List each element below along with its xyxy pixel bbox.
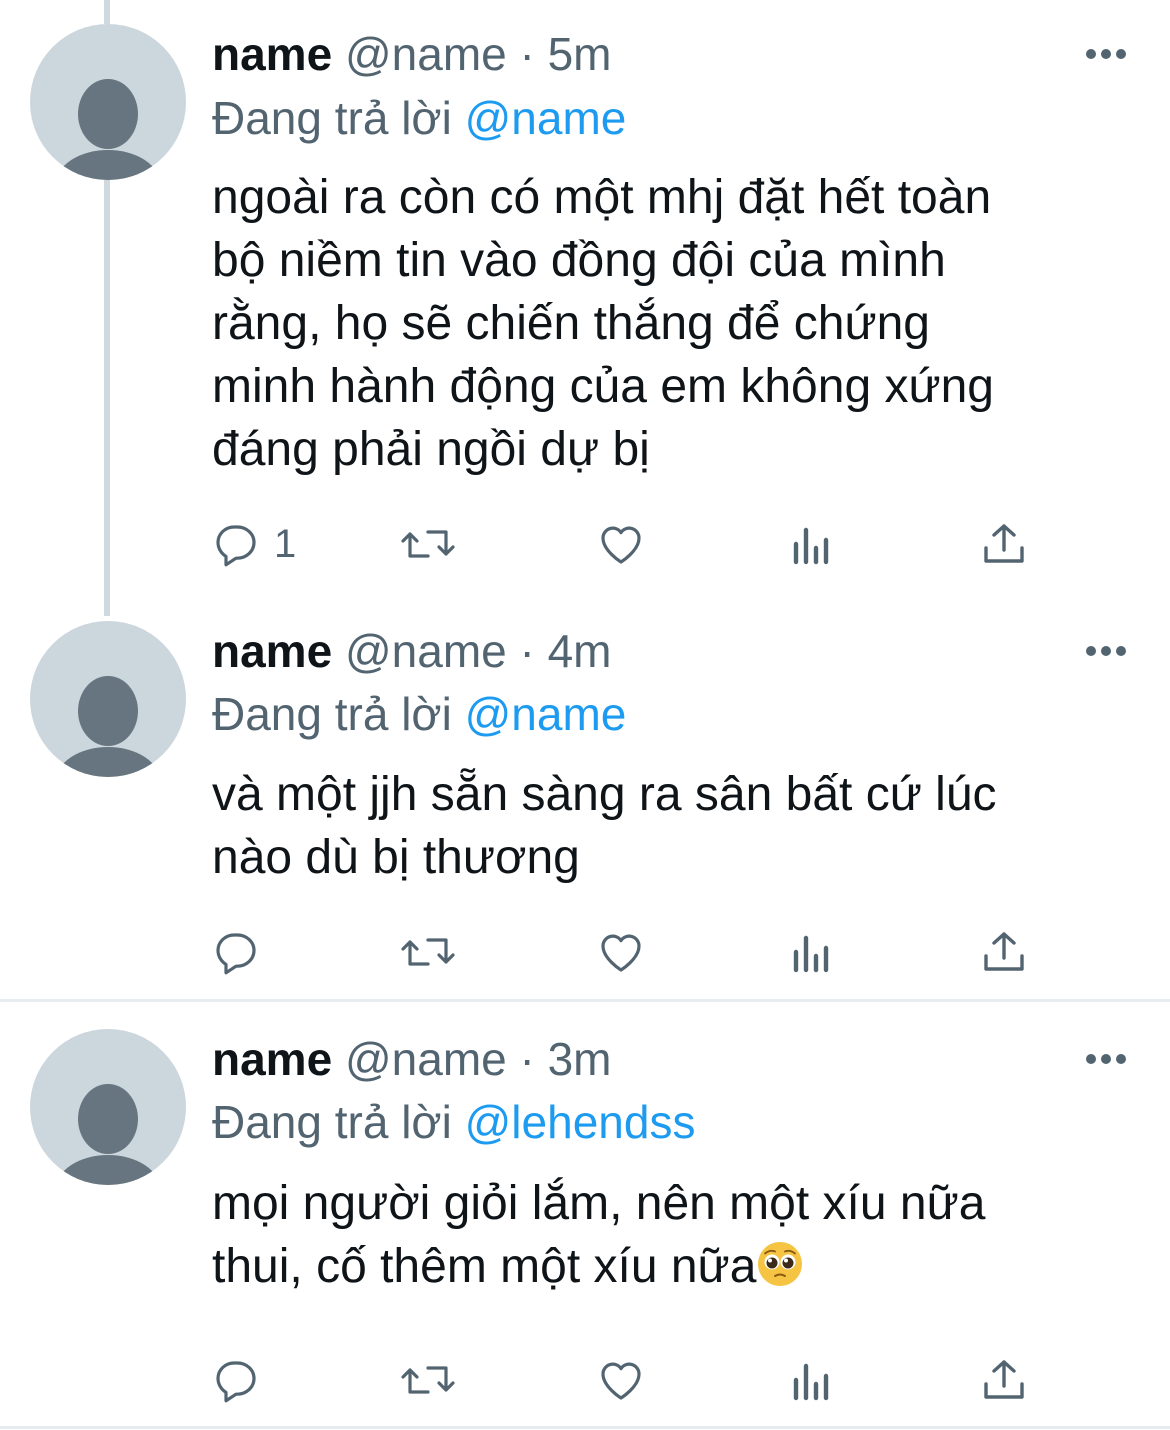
views-icon (793, 527, 829, 565)
replying-to-mention[interactable]: @name (465, 688, 627, 740)
reply-icon (216, 933, 256, 975)
retweet-button[interactable] (398, 1350, 458, 1410)
tweet-text: mọi người giỏi lắm, nên một xíu nữa thui… (212, 1172, 1132, 1298)
display-name[interactable]: name (212, 28, 332, 80)
default-avatar-icon (56, 79, 160, 180)
avatar[interactable] (30, 621, 186, 777)
replying-to-label: Đang trả lời (212, 1096, 452, 1148)
reply-icon (216, 525, 256, 567)
tweet-header: name @name · 5m (212, 24, 612, 84)
tweet-text-content: mọi người giỏi lắm, nên một xíu nữa thui… (212, 1177, 986, 1293)
display-name[interactable]: name (212, 1033, 332, 1085)
tweet-divider (0, 1426, 1170, 1429)
more-icon[interactable] (1084, 1049, 1128, 1069)
replying-to-mention[interactable]: @lehendss (465, 1096, 696, 1148)
share-icon (984, 1360, 1024, 1399)
tweet-actions: 1 (212, 514, 1062, 574)
retweet-button[interactable] (398, 514, 458, 574)
share-icon (984, 932, 1024, 971)
handle-and-time[interactable]: @name · 3m (345, 1033, 612, 1085)
retweet-icon (401, 938, 455, 966)
like-button[interactable] (596, 1350, 646, 1410)
pleading-face-emoji-icon (758, 1242, 803, 1286)
like-icon (601, 1362, 641, 1400)
display-name[interactable]: name (212, 625, 332, 677)
reply-button[interactable] (212, 922, 274, 982)
retweet-icon (401, 1366, 455, 1394)
tweet-actions (212, 922, 1062, 982)
reply-button[interactable] (212, 1350, 274, 1410)
tweet-text: ngoài ra còn có một mhj đặt hết toàn bộ … (212, 171, 994, 476)
like-icon (601, 526, 641, 564)
share-button[interactable] (980, 922, 1028, 982)
tweet-header: name @name · 3m (212, 1029, 612, 1089)
tweet-divider (0, 999, 1170, 1002)
default-avatar-icon (56, 676, 160, 777)
views-button[interactable] (790, 922, 834, 982)
like-button[interactable] (596, 922, 646, 982)
thread-connector (104, 180, 110, 616)
handle-and-time[interactable]: @name · 5m (345, 28, 612, 80)
replying-to-mention[interactable]: @name (465, 92, 627, 144)
retweet-button[interactable] (398, 922, 458, 982)
replying-to: Đang trả lời @name (212, 684, 626, 744)
reply-button[interactable]: 1 (212, 514, 296, 574)
reply-count: 1 (274, 522, 297, 566)
share-button[interactable] (980, 1350, 1028, 1410)
like-button[interactable] (596, 514, 646, 574)
default-avatar-icon (56, 1084, 160, 1185)
views-button[interactable] (790, 1350, 834, 1410)
replying-to: Đang trả lời @name (212, 88, 626, 148)
thread-connector-top (104, 0, 110, 24)
retweet-icon (401, 530, 455, 558)
more-icon[interactable] (1084, 44, 1128, 64)
avatar[interactable] (30, 1029, 186, 1185)
views-icon (793, 935, 829, 973)
tweet-header: name @name · 4m (212, 621, 612, 681)
reply-icon (216, 1361, 256, 1403)
tweet-actions (212, 1350, 1062, 1410)
share-button[interactable] (980, 514, 1028, 574)
replying-to: Đang trả lời @lehendss (212, 1092, 695, 1152)
views-icon (793, 1363, 829, 1401)
views-button[interactable] (790, 514, 834, 574)
replying-to-label: Đang trả lời (212, 688, 452, 740)
tweet-text: và một jjh sẵn sàng ra sân bất cứ lúc nà… (212, 768, 997, 884)
tweet-thread: name @name · 5m Đang trả lời @name ngoài… (0, 0, 1170, 1430)
share-icon (984, 524, 1024, 563)
replying-to-label: Đang trả lời (212, 92, 452, 144)
more-icon[interactable] (1084, 641, 1128, 661)
like-icon (601, 934, 641, 972)
handle-and-time[interactable]: @name · 4m (345, 625, 612, 677)
avatar[interactable] (30, 24, 186, 180)
